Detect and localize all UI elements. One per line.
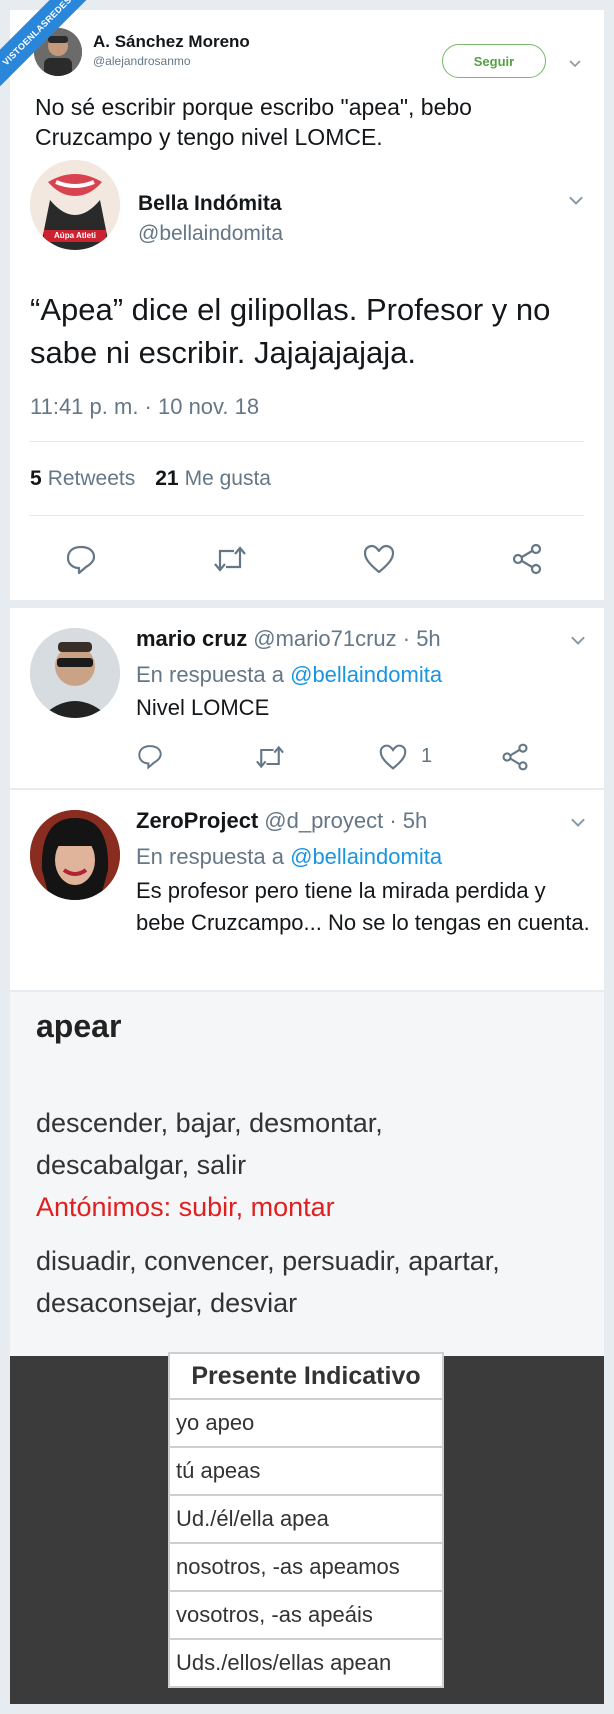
quoted-tweet-text: “Apea” dice el gilipollas. Profesor y no…	[30, 292, 551, 370]
author-name[interactable]: A. Sánchez Moreno	[93, 32, 250, 52]
reply-avatar-image	[30, 810, 120, 900]
table-cell: Ud./él/ella apea	[168, 1494, 444, 1544]
dictionary-card: apear descender, bajar, desmontar, desca…	[10, 992, 604, 1356]
screenshot-frame: VISTOENLASREDES A. Sánchez Moreno @aleja…	[0, 0, 614, 1714]
table-cell: tú apeas	[168, 1446, 444, 1496]
table-cell: vosotros, -as apeáis	[168, 1590, 444, 1640]
like-heart-icon[interactable]	[362, 543, 396, 575]
follow-button[interactable]: Seguir	[442, 44, 546, 78]
share-icon[interactable]	[510, 542, 544, 576]
reply-mention-link[interactable]: @bellaindomita	[290, 844, 442, 869]
reply-context-label: En respuesta a	[136, 662, 284, 687]
dictionary-word: apear	[36, 1008, 122, 1044]
likes-label[interactable]: Me gusta	[185, 467, 271, 491]
antonyms-line: Antónimos: subir, montar	[36, 1192, 335, 1222]
retweets-count[interactable]: 5	[30, 467, 42, 491]
reply-context-label: En respuesta a	[136, 844, 284, 869]
reply-icon[interactable]	[136, 742, 164, 770]
reply-header: mario cruz @mario71cruz · 5h	[136, 626, 441, 652]
table-cell: Uds./ellos/ellas apean	[168, 1638, 444, 1688]
reply-author-name[interactable]: mario cruz	[136, 626, 247, 652]
table-row: vosotros, -as apeáis	[168, 1590, 444, 1640]
retweets-label[interactable]: Retweets	[48, 467, 136, 491]
tweet-text: No sé escribir porque escribo "apea", be…	[35, 94, 472, 150]
reply-author-handle[interactable]: @d_proyect · 5h	[264, 808, 427, 834]
chevron-down-icon[interactable]	[567, 812, 589, 834]
quoted-author-avatar[interactable]: Aúpa Atleti	[30, 160, 120, 250]
divider	[30, 441, 584, 442]
avatar-caption: Aúpa Atleti	[54, 231, 96, 240]
table-cell: nosotros, -as apeamos	[168, 1542, 444, 1592]
reply-like-count: 1	[421, 745, 433, 767]
author-handle[interactable]: @alejandrosanmo	[93, 54, 191, 68]
like-heart-icon[interactable]	[378, 743, 408, 771]
table-row: tú apeas	[168, 1446, 444, 1496]
synonyms-list: descender, bajar, desmontar, descabalgar…	[36, 1108, 383, 1180]
table-row: yo apeo	[168, 1398, 444, 1448]
table-header: Presente Indicativo	[168, 1352, 444, 1400]
quoted-author-name[interactable]: Bella Indómita	[138, 192, 282, 216]
top-tweet-card: A. Sánchez Moreno @alejandrosanmo Seguir…	[10, 10, 604, 600]
reply-mention-link[interactable]: @bellaindomita	[290, 662, 442, 687]
chevron-down-icon[interactable]	[565, 190, 587, 212]
reply-card: mario cruz @mario71cruz · 5h En respuest…	[10, 608, 604, 788]
tweet-timestamp[interactable]: 11:41 p. m. · 10 nov. 18	[30, 394, 259, 420]
chevron-down-icon[interactable]	[566, 55, 584, 73]
divider	[30, 515, 584, 516]
quoted-author-handle[interactable]: @bellaindomita	[138, 222, 283, 246]
table-row: nosotros, -as apeamos	[168, 1542, 444, 1592]
retweet-icon[interactable]	[254, 743, 286, 771]
conjugation-table: Presente Indicativo yo apeo tú apeas Ud.…	[168, 1352, 444, 1688]
engagement-stats: 5 Retweets 21 Me gusta	[30, 467, 271, 491]
table-header-row: Presente Indicativo	[168, 1352, 444, 1400]
chevron-down-icon[interactable]	[567, 630, 589, 652]
share-icon[interactable]	[500, 742, 530, 772]
reply-author-name[interactable]: ZeroProject	[136, 808, 258, 834]
reply-text: Es profesor pero tiene la mirada perdida…	[136, 878, 590, 935]
reply-context: En respuesta a @bellaindomita	[136, 844, 442, 870]
table-row: Ud./él/ella apea	[168, 1494, 444, 1544]
reply-context: En respuesta a @bellaindomita	[136, 662, 442, 688]
reply-avatar[interactable]	[30, 810, 120, 900]
reply-header: ZeroProject @d_proyect · 5h	[136, 808, 427, 834]
reply-avatar-image	[30, 628, 120, 718]
synonyms-list-2: disuadir, convencer, persuadir, apartar,…	[36, 1246, 500, 1318]
likes-count[interactable]: 21	[155, 467, 178, 491]
reply-avatar[interactable]	[30, 628, 120, 718]
reply-author-handle[interactable]: @mario71cruz · 5h	[253, 626, 440, 652]
table-cell: yo apeo	[168, 1398, 444, 1448]
table-row: Uds./ellos/ellas apean	[168, 1638, 444, 1688]
reply-icon[interactable]	[64, 542, 98, 576]
retweet-icon[interactable]	[212, 543, 248, 575]
reply-card: ZeroProject @d_proyect · 5h En respuesta…	[10, 790, 604, 990]
reply-text: Nivel LOMCE	[136, 695, 270, 720]
